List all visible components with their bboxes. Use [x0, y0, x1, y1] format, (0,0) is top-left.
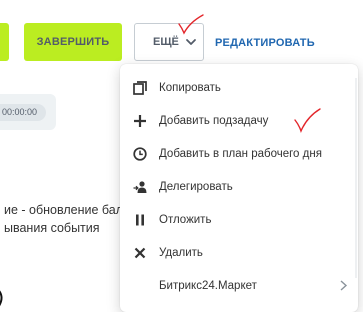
menu-item-add-subtask[interactable]: Добавить подзадачу [120, 104, 358, 137]
chevron-right-icon [340, 280, 348, 291]
menu-item-bitrix-market[interactable]: Битрикс24.Маркет [120, 269, 358, 302]
more-actions-menu: Копировать Добавить подзадачу Добавить в… [120, 64, 358, 312]
more-button-label: ЕЩЁ [153, 36, 179, 48]
scrollbar[interactable] [355, 78, 357, 278]
menu-item-copy[interactable]: Копировать [120, 71, 358, 104]
chevron-down-icon [186, 39, 196, 45]
menu-item-label: Отложить [159, 213, 212, 226]
cursor-arc-icon [0, 290, 3, 307]
menu-item-label: Удалить [159, 246, 203, 259]
clock-icon [132, 146, 148, 162]
copy-icon [132, 80, 148, 96]
menu-item-postpone[interactable]: Отложить [120, 203, 358, 236]
delegate-icon [132, 179, 148, 195]
pause-icon [132, 212, 148, 228]
task-description-line: ие - обновление бала [4, 203, 130, 217]
menu-item-label: Копировать [159, 81, 221, 94]
finish-button[interactable]: ЗАВЕРШИТЬ [24, 23, 122, 61]
menu-item-delete[interactable]: Удалить [120, 236, 358, 269]
task-description-line: ывания события [4, 221, 100, 235]
menu-item-label: Битрикс24.Маркет [159, 279, 257, 292]
menu-item-label: Делегировать [159, 180, 233, 193]
time-value: 00:00:00 [0, 104, 46, 121]
annotation-checkmark-icon [178, 14, 204, 35]
menu-item-label: Добавить подзадачу [159, 114, 269, 127]
close-icon [132, 245, 148, 261]
plus-icon [132, 113, 148, 129]
annotation-checkmark-icon [294, 108, 321, 133]
menu-item-label: Добавить в план рабочего дня [159, 147, 322, 160]
edit-link[interactable]: РЕДАКТИРОВАТЬ [215, 37, 315, 49]
menu-item-add-to-plan[interactable]: Добавить в план рабочего дня [120, 137, 358, 170]
menu-item-delegate[interactable]: Делегировать [120, 170, 358, 203]
previous-button-edge[interactable] [0, 23, 9, 61]
